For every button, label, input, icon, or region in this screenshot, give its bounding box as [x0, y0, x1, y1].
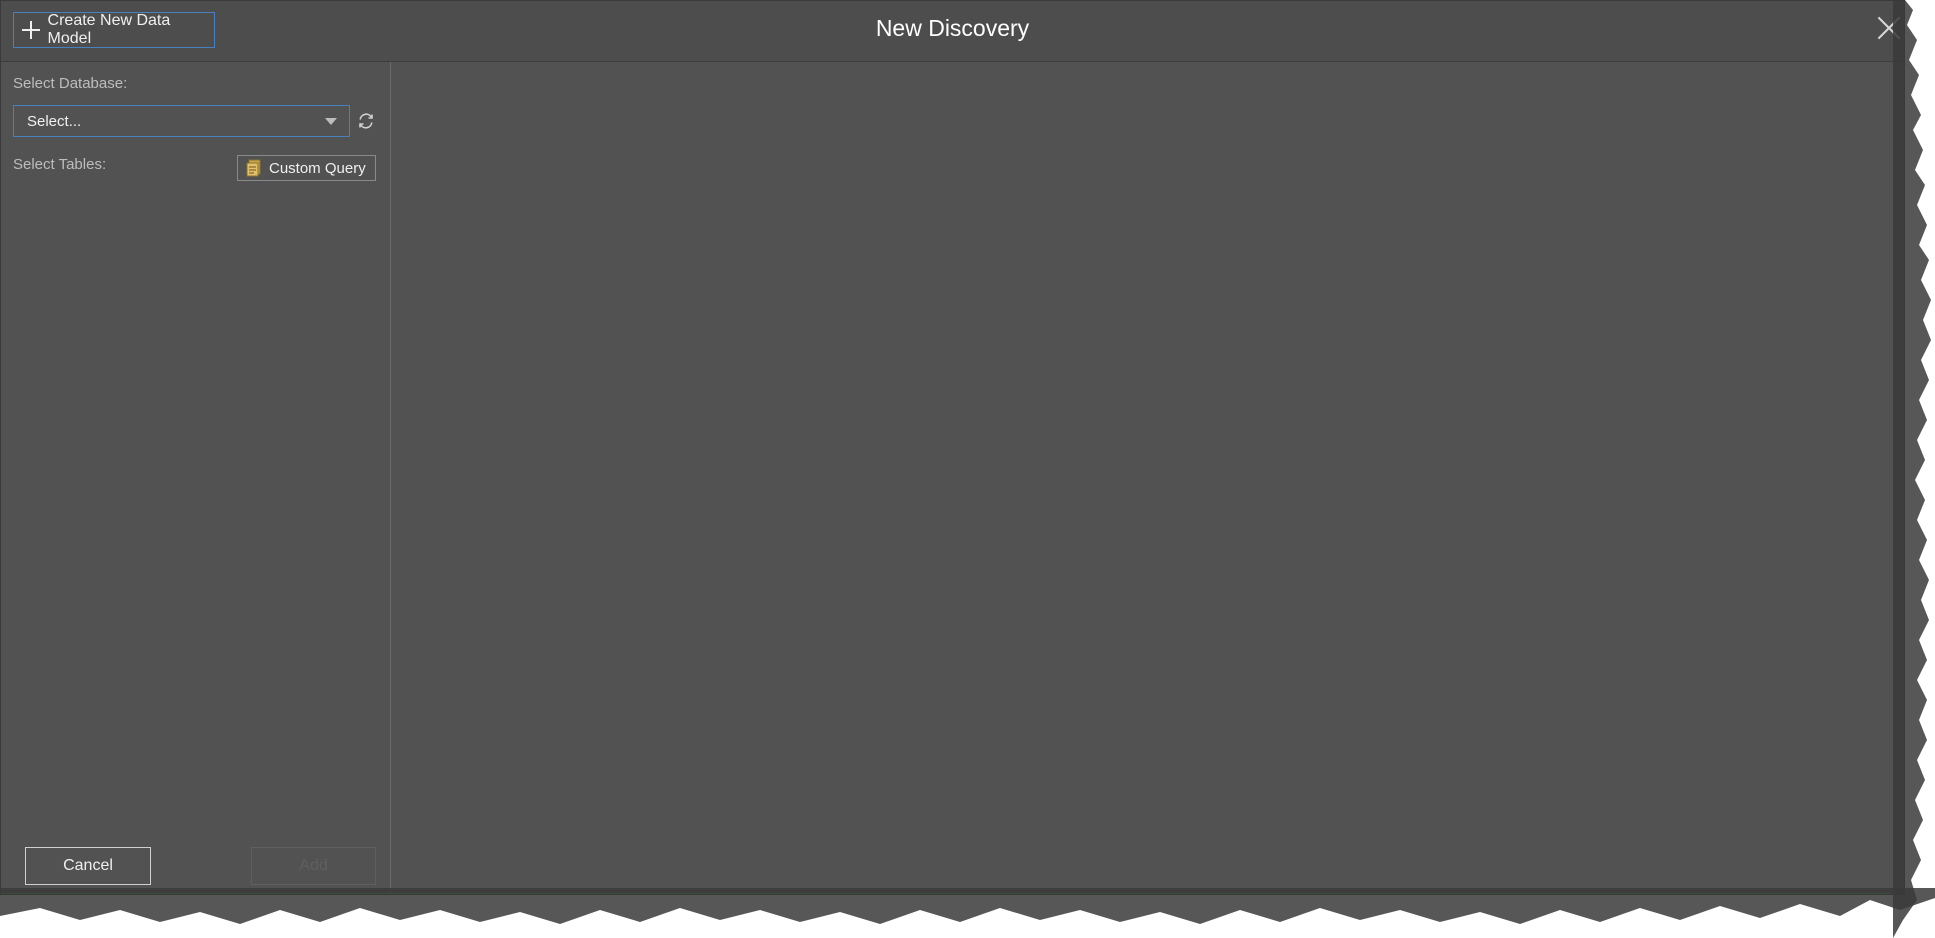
- main-workspace: [391, 62, 1904, 894]
- chevron-down-icon: [325, 118, 337, 125]
- dialog-title: New Discovery: [875, 15, 1030, 41]
- close-icon[interactable]: [1877, 16, 1901, 40]
- database-select-value: Select...: [27, 112, 82, 130]
- add-button: Add: [251, 847, 376, 885]
- select-database-label: Select Database:: [13, 75, 128, 92]
- query-icon: [246, 159, 261, 177]
- database-select[interactable]: Select...: [13, 105, 350, 137]
- dialog-header: Create New Data Model New Discovery: [1, 1, 1904, 62]
- cancel-button[interactable]: Cancel: [25, 847, 151, 885]
- status-strip: [1, 893, 1891, 894]
- new-discovery-dialog: Create New Data Model New Discovery Sele…: [0, 0, 1905, 895]
- left-panel: Select Database: Select... Select Tables…: [1, 62, 391, 894]
- refresh-icon[interactable]: [357, 112, 375, 130]
- custom-query-button[interactable]: Custom Query: [237, 155, 376, 181]
- custom-query-label: Custom Query: [269, 159, 366, 177]
- select-tables-label: Select Tables:: [13, 156, 107, 173]
- torn-edge-bottom: [0, 888, 1935, 924]
